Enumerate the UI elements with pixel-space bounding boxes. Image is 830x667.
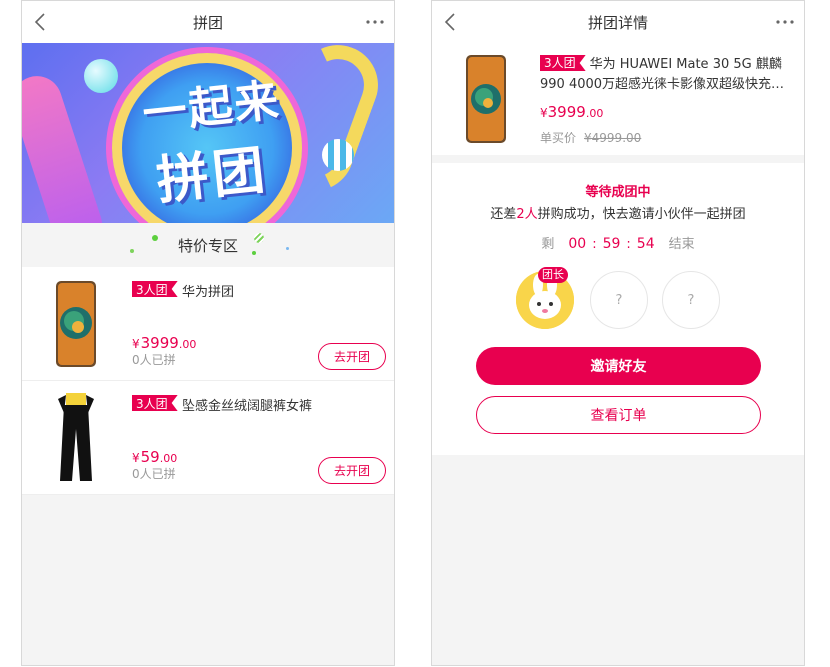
timer-minutes: 59: [602, 236, 621, 252]
leader-badge: 团长: [538, 267, 568, 283]
view-order-button[interactable]: 查看订单: [476, 396, 761, 434]
product-price: ¥59.00: [132, 448, 178, 466]
members-needed: 还差2人拼购成功，快去邀请小伙伴一起拼团: [490, 207, 746, 222]
decor-dot: [254, 233, 264, 243]
back-arrow-icon[interactable]: [30, 10, 52, 34]
decor-dot: [130, 249, 134, 253]
group-buy-detail-screen: 拼团详情 3人团 华为 HUAWEI Mate 30 5G 麒麟 990 4000…: [431, 0, 805, 666]
banner-ball: [322, 139, 354, 171]
navbar: 拼团详情: [432, 1, 804, 43]
decor-dot: [152, 235, 158, 241]
page-title: 拼团详情: [587, 13, 648, 32]
navbar: 拼团: [22, 1, 394, 43]
group-size-tag: 3人团: [540, 55, 586, 71]
back-arrow-icon[interactable]: [440, 10, 462, 34]
more-icon[interactable]: [774, 10, 796, 34]
product-item[interactable]: 3人团 坠感金丝绒阔腿裤女裤 ¥59.00 0人已拼 去开团: [22, 381, 394, 495]
decor-dot: [252, 251, 256, 255]
more-icon[interactable]: [364, 10, 386, 34]
timer-seconds: 54: [636, 236, 655, 252]
invite-friends-button[interactable]: 邀请好友: [476, 347, 761, 385]
phone-product-image: [466, 55, 506, 143]
timer-hours: 00: [568, 236, 587, 252]
product-summary-card[interactable]: 3人团 华为 HUAWEI Mate 30 5G 麒麟 990 4000万超感光徕…: [432, 43, 804, 155]
leader-avatar: 团长: [516, 267, 574, 329]
group-price: ¥3999.00: [540, 103, 604, 121]
pants-product-image: [58, 393, 94, 481]
group-buy-list-screen: 拼团 一起来 拼团 特价专区 3人团 华为拼团 ¥3999.00 0人已拼 去开…: [21, 0, 395, 666]
product-price: ¥3999.00: [132, 334, 197, 352]
group-status-card: 等待成团中 还差2人拼购成功，快去邀请小伙伴一起拼团 剩 00:59:54 结束 团…: [432, 163, 804, 455]
group-size-tag: 3人团: [132, 281, 178, 297]
phone-product-image: [56, 281, 96, 367]
start-group-button[interactable]: 去开团: [318, 343, 386, 370]
product-item[interactable]: 3人团 华为拼团 ¥3999.00 0人已拼 去开团: [22, 267, 394, 381]
group-size-tag: 3人团: [132, 395, 178, 411]
banner-ball: [84, 59, 118, 93]
start-group-button[interactable]: 去开团: [318, 457, 386, 484]
product-name: 坠感金丝绒阔腿裤女裤: [182, 399, 313, 414]
product-title-line2: 990 4000万超感光徕卡影像双超级快充…: [540, 77, 785, 92]
sold-count: 0人已拼: [132, 467, 176, 481]
product-name: 华为拼团: [182, 285, 235, 300]
group-status: 等待成团中: [585, 185, 651, 200]
section-title: 特价专区: [177, 236, 238, 255]
product-title-line1: 华为 HUAWEI Mate 30 5G 麒麟: [589, 57, 782, 72]
product-list: 3人团 华为拼团 ¥3999.00 0人已拼 去开团 3人团 坠感金丝绒阔腿裤女…: [22, 267, 394, 495]
empty-member-slot: ?: [590, 271, 648, 329]
banner-decoration: [22, 69, 109, 223]
promo-banner[interactable]: 一起来 拼团: [22, 43, 394, 223]
countdown-timer: 剩 00:59:54 结束: [541, 236, 695, 252]
decor-dot: [286, 247, 289, 250]
sold-count: 0人已拼: [132, 353, 176, 367]
page-title: 拼团: [192, 13, 223, 32]
single-buy-price: 单买价 ¥4999.00: [540, 131, 642, 145]
empty-member-slot: ?: [662, 271, 720, 329]
section-header: 特价专区: [22, 223, 394, 267]
product-title: 3人团 华为 HUAWEI Mate 30 5G 麒麟 990 4000万超感光徕…: [540, 55, 798, 95]
